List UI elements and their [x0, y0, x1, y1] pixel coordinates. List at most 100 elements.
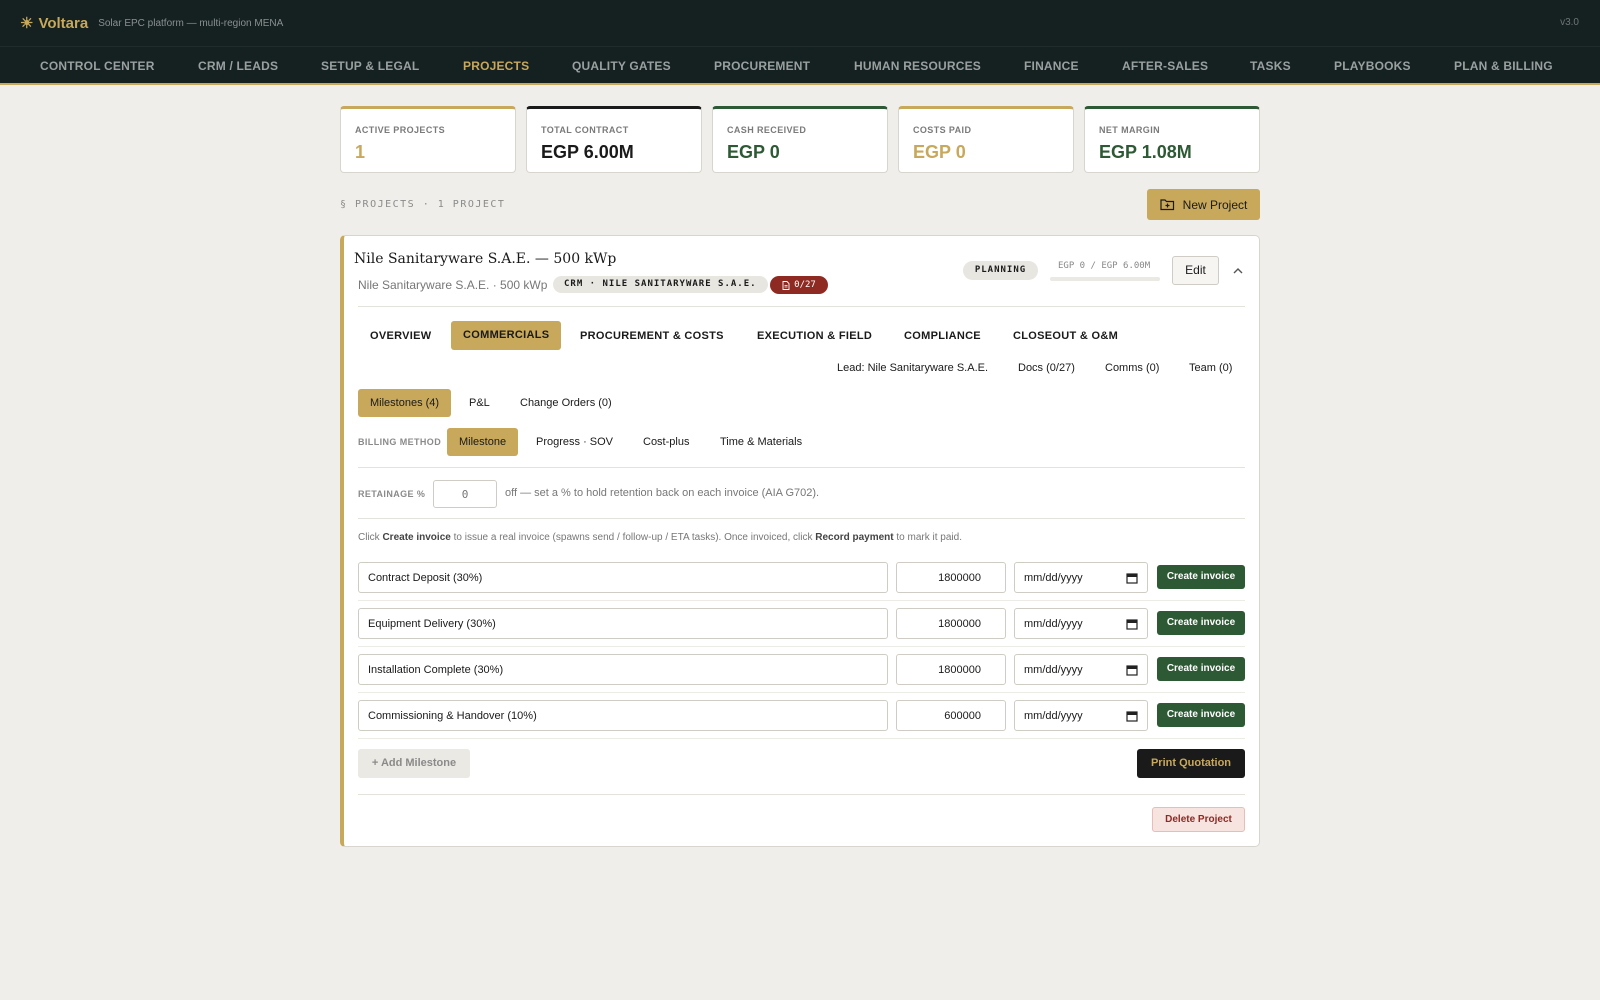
milestone-name-input[interactable] — [358, 654, 888, 685]
help-text-part: Click — [358, 532, 383, 543]
nav-setup-legal[interactable]: SETUP & LEGAL — [321, 59, 419, 73]
billing-option-milestone[interactable]: Milestone — [447, 428, 519, 456]
docs-badge-count: 0/27 — [794, 280, 816, 290]
nav-human-resources[interactable]: HUMAN RESOURCES — [854, 59, 981, 73]
tab-compliance[interactable]: COMPLIANCE — [904, 324, 981, 349]
billing-method-label: BILLING METHOD — [358, 437, 442, 447]
milestone-name-input[interactable] — [358, 700, 888, 731]
milestone-date-input[interactable]: mm/dd/yyyy — [1014, 654, 1148, 685]
help-text-part: to mark it paid. — [893, 532, 962, 543]
nav-after-sales[interactable]: AFTER-SALES — [1122, 59, 1208, 73]
tab-closeout-om[interactable]: CLOSEOUT & O&M — [1013, 324, 1118, 349]
docs-link[interactable]: Docs (0/27) — [1018, 362, 1075, 374]
milestone-name-input[interactable] — [358, 608, 888, 639]
billing-option-time-materials[interactable]: Time & Materials — [720, 428, 802, 456]
invoice-help-text: Click Create invoice to issue a real inv… — [358, 532, 962, 543]
edit-button[interactable]: Edit — [1172, 256, 1219, 285]
print-quotation-button[interactable]: Print Quotation — [1137, 749, 1245, 778]
milestone-date-input[interactable]: mm/dd/yyyy — [1014, 562, 1148, 593]
lead-link[interactable]: Lead: Nile Sanitaryware S.A.E. — [837, 362, 988, 374]
kpi-value: 1 — [355, 142, 366, 162]
comms-link[interactable]: Comms (0) — [1105, 362, 1159, 374]
milestone-name-input[interactable] — [358, 562, 888, 593]
section-label: § PROJECTS · 1 PROJECT — [340, 199, 506, 210]
kpi-costs-paid: COSTS PAID EGP 0 — [898, 106, 1074, 173]
nav-plan-billing[interactable]: PLAN & BILLING — [1454, 59, 1553, 73]
status-badge: PLANNING — [963, 261, 1038, 280]
nav-crm-leads[interactable]: CRM / LEADS — [198, 59, 278, 73]
kpi-value: EGP 1.08M — [1099, 142, 1192, 162]
project-subtitle: Nile Sanitaryware S.A.E. · 500 kWp — [358, 278, 548, 292]
nav-projects[interactable]: PROJECTS — [463, 59, 529, 73]
main-nav: CONTROL CENTER CRM / LEADS SETUP & LEGAL… — [0, 46, 1600, 85]
kpi-label: NET MARGIN — [1099, 125, 1160, 135]
new-project-button[interactable]: New Project — [1147, 189, 1260, 220]
top-bar: ☀ Voltara Solar EPC platform — multi-reg… — [0, 0, 1600, 46]
create-invoice-button[interactable]: Create invoice — [1157, 657, 1245, 681]
kpi-label: CASH RECEIVED — [727, 125, 807, 135]
team-link[interactable]: Team (0) — [1189, 362, 1232, 374]
folder-plus-icon — [1160, 199, 1174, 211]
create-invoice-button[interactable]: Create invoice — [1157, 565, 1245, 589]
tab-commercials[interactable]: COMMERCIALS — [451, 321, 562, 350]
milestone-amount-input[interactable] — [896, 700, 1006, 731]
kpi-active-projects: ACTIVE PROJECTS 1 — [340, 106, 516, 173]
help-text-emphasis: Create invoice — [382, 532, 451, 543]
payment-progress-bar — [1050, 277, 1160, 281]
date-placeholder: mm/dd/yyyy — [1024, 571, 1083, 584]
milestone-date-input[interactable]: mm/dd/yyyy — [1014, 700, 1148, 731]
retainage-input[interactable] — [433, 480, 497, 508]
brand[interactable]: ☀ Voltara Solar EPC platform — multi-reg… — [20, 14, 283, 33]
nav-control-center[interactable]: CONTROL CENTER — [40, 59, 155, 73]
calendar-icon — [1126, 618, 1138, 630]
app-name: Voltara — [38, 14, 89, 32]
retainage-label: RETAINAGE % — [358, 489, 426, 499]
kpi-label: ACTIVE PROJECTS — [355, 125, 446, 135]
document-icon — [782, 280, 790, 290]
new-project-label: New Project — [1182, 197, 1248, 212]
subtab-change-orders[interactable]: Change Orders (0) — [520, 389, 612, 417]
row-divider — [358, 600, 1245, 601]
milestone-amount-input[interactable] — [896, 562, 1006, 593]
help-text-part: to issue a real invoice (spawns send / f… — [450, 532, 816, 543]
kpi-value: EGP 0 — [727, 142, 780, 162]
subtab-pnl[interactable]: P&L — [469, 389, 490, 417]
calendar-icon — [1126, 664, 1138, 676]
kpi-value: EGP 0 — [913, 142, 966, 162]
calendar-icon — [1126, 572, 1138, 584]
tab-procurement-costs[interactable]: PROCUREMENT & COSTS — [580, 324, 724, 349]
nav-finance[interactable]: FINANCE — [1024, 59, 1079, 73]
version-label: v3.0 — [1560, 17, 1579, 28]
nav-playbooks[interactable]: PLAYBOOKS — [1334, 59, 1411, 73]
tab-overview[interactable]: OVERVIEW — [370, 324, 432, 349]
tab-execution-field[interactable]: EXECUTION & FIELD — [757, 324, 872, 349]
docs-badge[interactable]: 0/27 — [770, 276, 828, 294]
billing-option-progress-sov[interactable]: Progress · SOV — [536, 428, 613, 456]
chevron-up-icon — [1233, 268, 1243, 274]
billing-option-cost-plus[interactable]: Cost-plus — [643, 428, 689, 456]
milestone-date-input[interactable]: mm/dd/yyyy — [1014, 608, 1148, 639]
collapse-toggle[interactable] — [1232, 263, 1244, 281]
kpi-value: EGP 6.00M — [541, 142, 634, 162]
nav-procurement[interactable]: PROCUREMENT — [714, 59, 810, 73]
kpi-label: TOTAL CONTRACT — [541, 125, 629, 135]
divider — [358, 467, 1245, 468]
milestone-amount-input[interactable] — [896, 654, 1006, 685]
add-milestone-button[interactable]: + Add Milestone — [358, 749, 470, 778]
date-placeholder: mm/dd/yyyy — [1024, 709, 1083, 722]
kpi-total-contract: TOTAL CONTRACT EGP 6.00M — [526, 106, 702, 173]
kpi-net-margin: NET MARGIN EGP 1.08M — [1084, 106, 1260, 173]
calendar-icon — [1126, 710, 1138, 722]
create-invoice-button[interactable]: Create invoice — [1157, 611, 1245, 635]
milestone-amount-input[interactable] — [896, 608, 1006, 639]
nav-quality-gates[interactable]: QUALITY GATES — [572, 59, 671, 73]
row-divider — [358, 646, 1245, 647]
project-title: Nile Sanitaryware S.A.E. — 500 kWp — [354, 251, 617, 267]
subtab-milestones[interactable]: Milestones (4) — [358, 389, 452, 417]
payment-progress-text: EGP 0 / EGP 6.00M — [1058, 261, 1151, 271]
row-divider — [358, 738, 1245, 739]
nav-tasks[interactable]: TASKS — [1250, 59, 1291, 73]
delete-project-button[interactable]: Delete Project — [1152, 807, 1245, 832]
crm-tag[interactable]: CRM · NILE SANITARYWARE S.A.E. — [553, 276, 768, 293]
create-invoice-button[interactable]: Create invoice — [1157, 703, 1245, 727]
